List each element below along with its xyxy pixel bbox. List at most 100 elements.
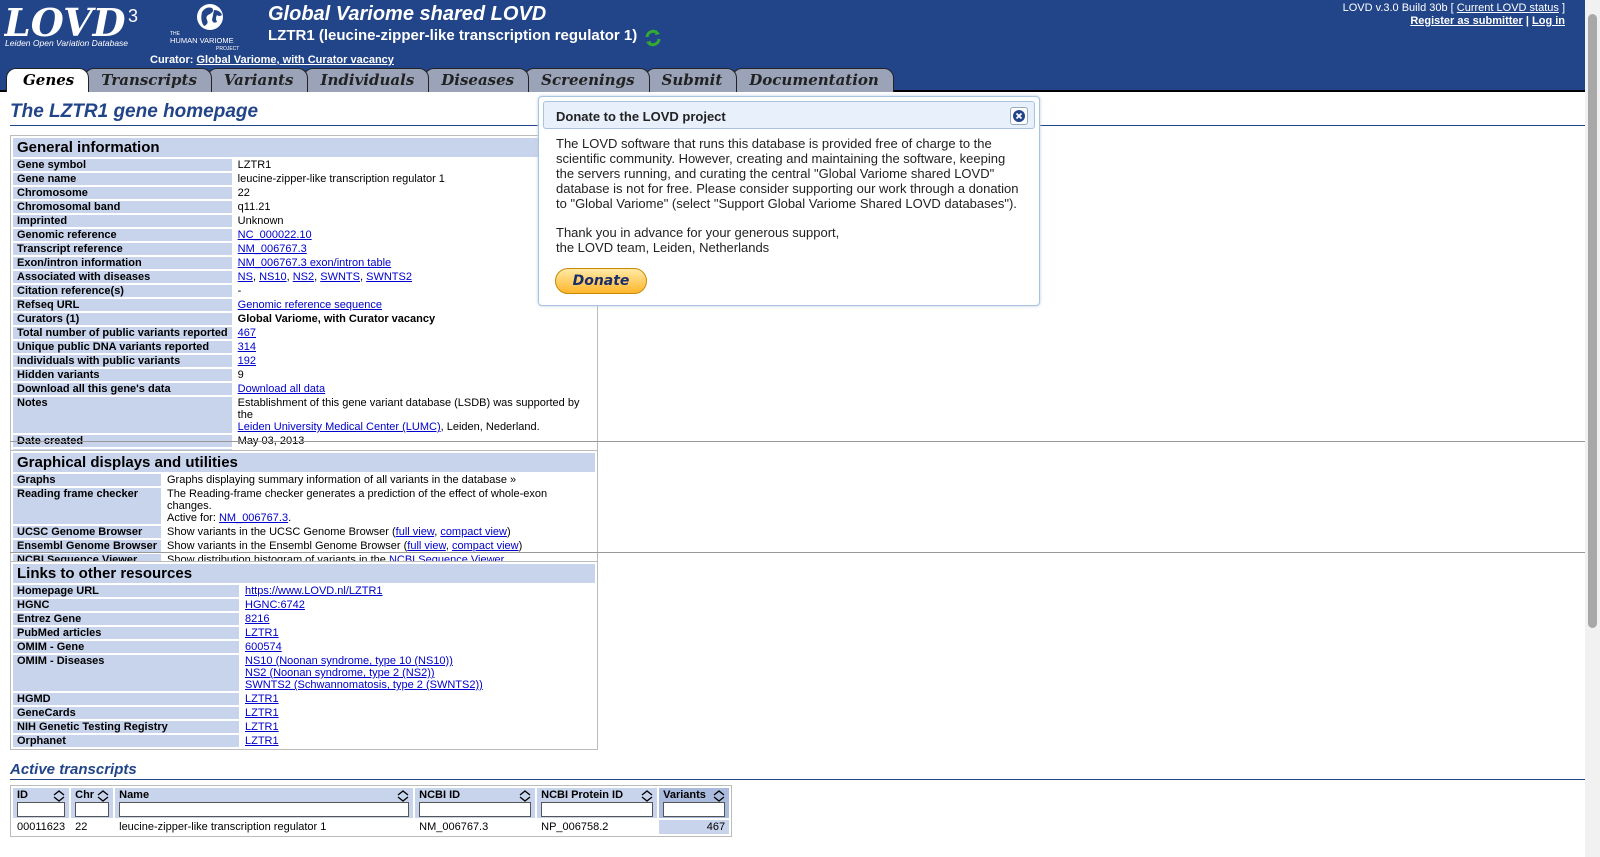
column-header-ncbi-protein-id[interactable]: NCBI Protein ID <box>537 788 658 818</box>
column-filter-input[interactable] <box>75 802 110 817</box>
info-value-text: 22 <box>237 187 250 199</box>
tab-transcripts[interactable]: Transcripts <box>84 68 212 92</box>
resource-link[interactable]: LZTR1 <box>245 707 279 719</box>
ensembl-full-view-link[interactable]: full view <box>407 540 446 552</box>
column-filter-input[interactable] <box>119 802 410 817</box>
close-button[interactable] <box>1010 107 1028 125</box>
info-value: 9 <box>234 369 595 381</box>
lovd-status-link[interactable]: Current LOVD status <box>1457 2 1559 14</box>
general-information-caption: General information <box>13 138 595 157</box>
disease-link[interactable]: NS10 <box>259 271 287 283</box>
sort-icon[interactable] <box>713 790 725 802</box>
info-key: Associated with diseases <box>13 271 232 283</box>
donate-dialog-titlebar[interactable]: Donate to the LOVD project <box>543 101 1035 129</box>
info-value: 192 <box>234 355 595 367</box>
divider <box>10 779 1585 780</box>
disease-link[interactable]: NS2 <box>293 271 314 283</box>
info-key: Refseq URL <box>13 299 232 311</box>
resource-link[interactable]: LZTR1 <box>245 735 279 747</box>
disease-link[interactable]: SWNTS2 <box>366 271 412 283</box>
tab-diseases[interactable]: Diseases <box>424 68 530 92</box>
column-filter-input[interactable] <box>541 802 654 817</box>
info-value-link[interactable]: NM_006767.3 exon/intron table <box>238 257 392 269</box>
column-header-name[interactable]: Name <box>115 788 414 818</box>
resource-link[interactable]: 8216 <box>245 613 269 625</box>
curator-link[interactable]: Global Variome, with Curator vacancy <box>196 54 393 66</box>
ensembl-compact-view-link[interactable]: compact view <box>452 540 519 552</box>
disease-link[interactable]: SWNTS <box>320 271 360 283</box>
tab-submit[interactable]: Submit <box>644 68 738 92</box>
info-value-link[interactable]: 467 <box>238 327 256 339</box>
info-value-link[interactable]: NM_006767.3 <box>238 243 307 255</box>
info-value-text: Unknown <box>237 215 284 227</box>
column-filter-input[interactable] <box>17 802 66 817</box>
info-row: Associated with diseases NS, NS10, NS2, S… <box>13 271 595 283</box>
divider <box>10 441 1585 442</box>
links-caption: Links to other resources <box>13 564 595 583</box>
resource-link[interactable]: NS2 (Noonan syndrome, type 2 (NS2)) <box>245 667 435 679</box>
reading-frame-transcript-link[interactable]: NM_006767.3 <box>219 512 288 524</box>
info-row: Individuals with public variants 192 <box>13 355 595 367</box>
sort-icon[interactable] <box>641 790 653 802</box>
resource-link[interactable]: LZTR1 <box>245 693 279 705</box>
resource-link[interactable]: SWNTS2 (Schwannomatosis, type 2 (SWNTS2)… <box>245 679 483 691</box>
tab-variants[interactable]: Variants <box>206 68 309 92</box>
column-header-ncbi-id[interactable]: NCBI ID <box>415 788 536 818</box>
reading-frame-active-label: Active for: <box>167 512 216 524</box>
login-link[interactable]: Log in <box>1532 15 1565 27</box>
sort-icon[interactable] <box>97 790 109 802</box>
hvp-logo[interactable]: THE HUMAN VARIOME PROJECT <box>168 2 252 52</box>
info-value-link[interactable]: 314 <box>238 341 256 353</box>
disease-link[interactable]: NS <box>238 271 253 283</box>
refresh-icon[interactable] <box>643 28 663 48</box>
info-row: Gene name leucine-zipper-like transcripti… <box>13 173 595 185</box>
table-cell: NM_006767.3 <box>419 821 489 833</box>
column-filter-input[interactable] <box>419 802 532 817</box>
tab-individuals[interactable]: Individuals <box>303 68 430 92</box>
donate-button[interactable]: Donate <box>555 268 647 294</box>
resource-link[interactable]: 600574 <box>245 641 282 653</box>
table-row[interactable]: 00011623 22 leucine-zipper-like transcript… <box>13 820 730 834</box>
info-value-link[interactable]: NC_000022.10 <box>238 229 312 241</box>
reading-frame-text: The Reading-frame checker generates a pr… <box>167 488 548 512</box>
tab-genes[interactable]: Genes <box>6 68 90 92</box>
info-value-link[interactable]: Genomic reference sequence <box>238 299 382 311</box>
graphs-key: Graphs <box>13 474 161 486</box>
info-value-link[interactable]: Download all data <box>238 383 325 395</box>
sort-icon[interactable] <box>53 790 65 802</box>
hvp-logo-project: PROJECT <box>216 46 239 52</box>
resource-link[interactable]: https://www.LOVD.nl/LZTR1 <box>245 585 383 597</box>
reading-frame-key: Reading frame checker <box>13 488 161 524</box>
info-value-link[interactable]: Leiden University Medical Center (LUMC) <box>238 421 441 433</box>
column-header-variants[interactable]: Variants <box>659 788 730 818</box>
scrollbar[interactable] <box>1585 0 1600 857</box>
resource-value: 600574 <box>241 641 595 653</box>
sort-icon[interactable] <box>519 790 531 802</box>
transcripts-table: ID Chr Name NCBI ID NCBI Protein ID Variants … <box>10 785 733 837</box>
tab-documentation[interactable]: Documentation <box>732 68 894 92</box>
lovd-logo-version: 3 <box>128 6 138 26</box>
info-row: Curators (1) Global Variome, with Curator… <box>13 313 595 325</box>
ucsc-full-view-link[interactable]: full view <box>396 526 435 538</box>
register-link[interactable]: Register as submitter <box>1410 15 1522 27</box>
column-header-chr[interactable]: Chr <box>71 788 114 818</box>
scrollbar-thumb[interactable] <box>1588 14 1597 628</box>
tab-screenings[interactable]: Screenings <box>524 68 650 92</box>
table-cell: leucine-zipper-like transcription regula… <box>119 821 327 833</box>
sort-icon[interactable] <box>397 790 409 802</box>
column-header-id[interactable]: ID <box>13 788 70 818</box>
lovd-logo[interactable]: LOVD 3 Leiden Open Variation Database <box>4 2 144 50</box>
column-filter-input[interactable] <box>663 802 726 817</box>
graphs-link[interactable]: Graphs displaying summary information of… <box>163 474 595 486</box>
resource-link[interactable]: LZTR1 <box>245 721 279 733</box>
resource-key: Orphanet <box>13 735 239 747</box>
resource-link[interactable]: HGNC:6742 <box>245 599 305 611</box>
page-title: The LZTR1 gene homepage <box>10 101 259 122</box>
divider <box>10 552 1585 553</box>
info-value-link[interactable]: 192 <box>238 355 256 367</box>
resource-link[interactable]: NS10 (Noonan syndrome, type 10 (NS10)) <box>245 655 453 667</box>
info-key: Notes <box>13 397 232 433</box>
column-label: NCBI ID <box>419 789 461 801</box>
ucsc-compact-view-link[interactable]: compact view <box>440 526 507 538</box>
resource-link[interactable]: LZTR1 <box>245 627 279 639</box>
